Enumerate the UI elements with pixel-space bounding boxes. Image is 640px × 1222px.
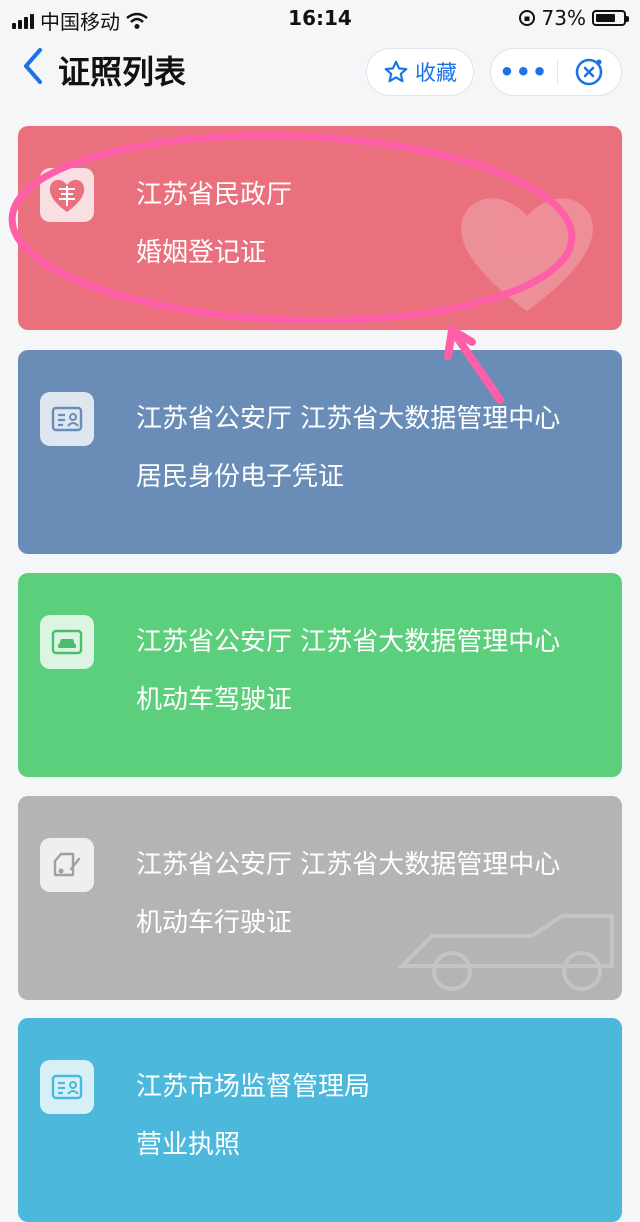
page-title: 证照列表 xyxy=(58,53,187,91)
card-issuer: 江苏市场监督管理局 xyxy=(136,1072,371,1102)
more-button[interactable]: ••• xyxy=(491,58,557,86)
vehicle-watermark-icon xyxy=(397,914,614,991)
heart-watermark-icon xyxy=(461,198,593,311)
chevron-left-icon xyxy=(24,48,42,84)
card-issuer: 江苏省公安厅 江苏省大数据管理中心 xyxy=(136,627,561,657)
status-right: 73% xyxy=(518,6,629,30)
card-cert-name: 居民身份电子凭证 xyxy=(136,462,345,492)
orientation-lock-icon xyxy=(518,10,535,26)
status-bar: 中国移动 16:14 73% xyxy=(0,0,640,36)
battery-percent: 73% xyxy=(541,6,586,30)
business-license-icon xyxy=(40,1060,94,1114)
favorite-button[interactable]: 收藏 xyxy=(366,48,474,96)
card-cert-name: 机动车行驶证 xyxy=(136,908,293,938)
double-happiness-icon xyxy=(40,168,94,222)
back-button[interactable] xyxy=(20,46,44,97)
mini-app-capsule: ••• xyxy=(490,48,622,96)
card-cert-name: 营业执照 xyxy=(136,1130,241,1160)
card-resident-id[interactable]: 江苏省公安厅 江苏省大数据管理中心 居民身份电子凭证 xyxy=(18,350,622,554)
close-circle-icon xyxy=(575,58,603,86)
card-cert-name: 婚姻登记证 xyxy=(136,238,267,268)
battery-icon xyxy=(592,10,629,26)
card-issuer: 江苏省公安厅 江苏省大数据管理中心 xyxy=(136,850,561,880)
close-button[interactable] xyxy=(558,56,622,88)
card-vehicle-license[interactable]: 江苏省公安厅 江苏省大数据管理中心 机动车行驶证 xyxy=(18,796,622,1000)
card-business-license[interactable]: 江苏市场监督管理局 营业执照 xyxy=(18,1018,622,1222)
card-driver-license[interactable]: 江苏省公安厅 江苏省大数据管理中心 机动车驾驶证 xyxy=(18,573,622,777)
card-cert-name: 机动车驾驶证 xyxy=(136,685,293,715)
card-issuer: 江苏省民政厅 xyxy=(136,180,293,210)
star-icon xyxy=(384,60,408,83)
card-marriage-certificate[interactable]: 江苏省民政厅 婚姻登记证 xyxy=(18,126,622,330)
vehicle-license-icon xyxy=(40,838,94,892)
driver-license-icon xyxy=(40,615,94,669)
nav-bar: 证照列表 收藏 ••• xyxy=(0,38,640,108)
favorite-label: 收藏 xyxy=(415,61,457,85)
id-card-icon xyxy=(40,392,94,446)
card-issuer: 江苏省公安厅 江苏省大数据管理中心 xyxy=(136,404,561,434)
